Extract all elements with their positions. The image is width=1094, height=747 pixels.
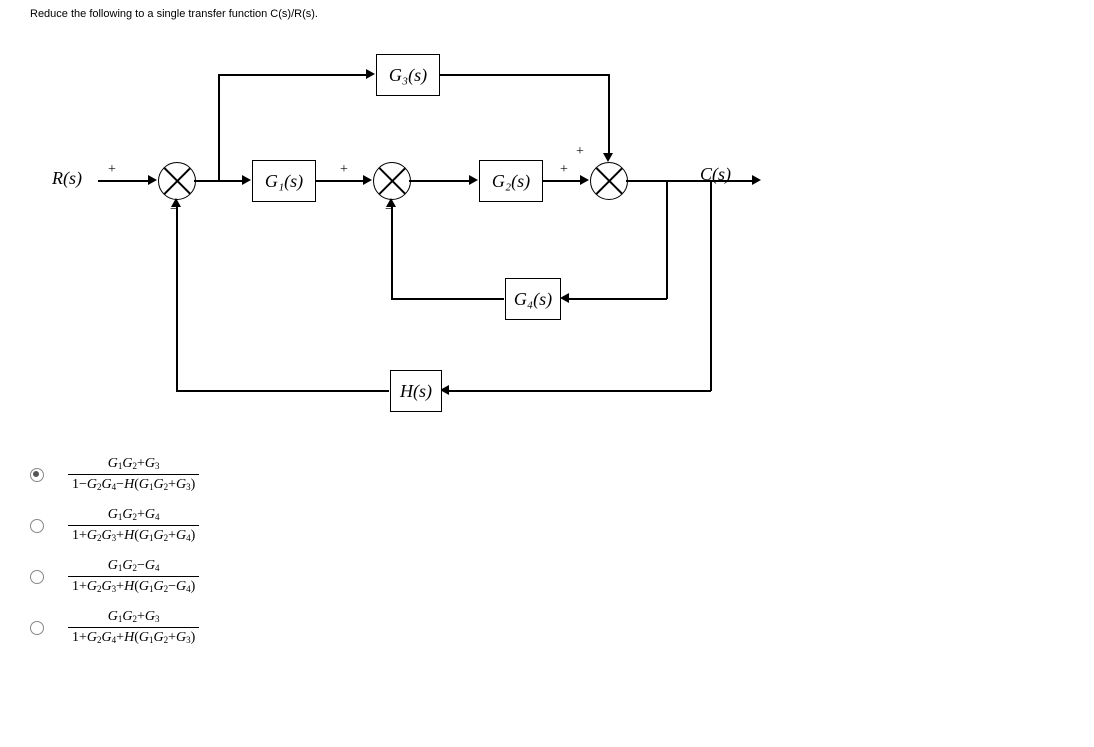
plus-sign: + bbox=[576, 144, 584, 160]
summing-junction-1 bbox=[158, 162, 196, 200]
wire bbox=[608, 74, 610, 154]
option-row: G1G2+G31+G2G4+H(G1G2+G3) bbox=[30, 609, 1064, 646]
output-label: C(s) bbox=[700, 164, 731, 185]
wire bbox=[391, 206, 393, 299]
block-h: H(s) bbox=[390, 370, 442, 412]
arrow bbox=[469, 175, 478, 185]
wire bbox=[218, 75, 220, 181]
arrow bbox=[363, 175, 372, 185]
wire bbox=[710, 181, 712, 391]
wire bbox=[666, 181, 668, 299]
option-row: G1G2−G41+G2G3+H(G1G2−G4) bbox=[30, 558, 1064, 595]
question-prompt: Reduce the following to a single transfe… bbox=[30, 8, 1064, 20]
wire bbox=[218, 74, 368, 76]
wire bbox=[176, 206, 178, 391]
arrow bbox=[386, 198, 396, 207]
wire bbox=[448, 390, 711, 392]
option-formula: G1G2+G41+G2G3+H(G1G2+G4) bbox=[68, 507, 199, 544]
arrow bbox=[148, 175, 157, 185]
radio-option-2[interactable] bbox=[30, 519, 44, 533]
wire bbox=[391, 298, 504, 300]
wire bbox=[98, 180, 150, 182]
block-g3: G₃(s) bbox=[376, 54, 440, 96]
arrow bbox=[171, 198, 181, 207]
arrow bbox=[603, 153, 613, 162]
arrow bbox=[560, 293, 569, 303]
wire bbox=[626, 180, 754, 182]
option-formula: G1G2−G41+G2G3+H(G1G2−G4) bbox=[68, 558, 199, 595]
arrow bbox=[242, 175, 251, 185]
radio-option-1[interactable] bbox=[30, 468, 44, 482]
arrow bbox=[752, 175, 761, 185]
option-row: G1G2+G31−G2G4−H(G1G2+G3) bbox=[30, 456, 1064, 493]
plus-sign: + bbox=[560, 162, 568, 178]
plus-sign: + bbox=[340, 162, 348, 178]
wire bbox=[568, 298, 667, 300]
wire bbox=[542, 180, 582, 182]
block-g4: G₄(s) bbox=[505, 278, 561, 320]
wire bbox=[409, 180, 471, 182]
answer-options: G1G2+G31−G2G4−H(G1G2+G3) G1G2+G41+G2G3+H(… bbox=[30, 456, 1064, 646]
radio-option-4[interactable] bbox=[30, 621, 44, 635]
block-g1: G₁(s) bbox=[252, 160, 316, 202]
arrow bbox=[366, 69, 375, 79]
summing-junction-2 bbox=[373, 162, 411, 200]
option-formula: G1G2+G31+G2G4+H(G1G2+G3) bbox=[68, 609, 199, 646]
arrow bbox=[580, 175, 589, 185]
wire bbox=[315, 180, 365, 182]
plus-sign: + bbox=[108, 162, 116, 178]
summing-junction-3 bbox=[590, 162, 628, 200]
radio-option-3[interactable] bbox=[30, 570, 44, 584]
input-label: R(s) bbox=[52, 168, 82, 189]
wire bbox=[440, 74, 608, 76]
block-g2: G₂(s) bbox=[479, 160, 543, 202]
wire bbox=[176, 390, 389, 392]
option-formula: G1G2+G31−G2G4−H(G1G2+G3) bbox=[68, 456, 199, 493]
option-row: G1G2+G41+G2G3+H(G1G2+G4) bbox=[30, 507, 1064, 544]
block-diagram: R(s) + − G₁(s) + − G₂(s) + + C(s) bbox=[30, 26, 1064, 446]
